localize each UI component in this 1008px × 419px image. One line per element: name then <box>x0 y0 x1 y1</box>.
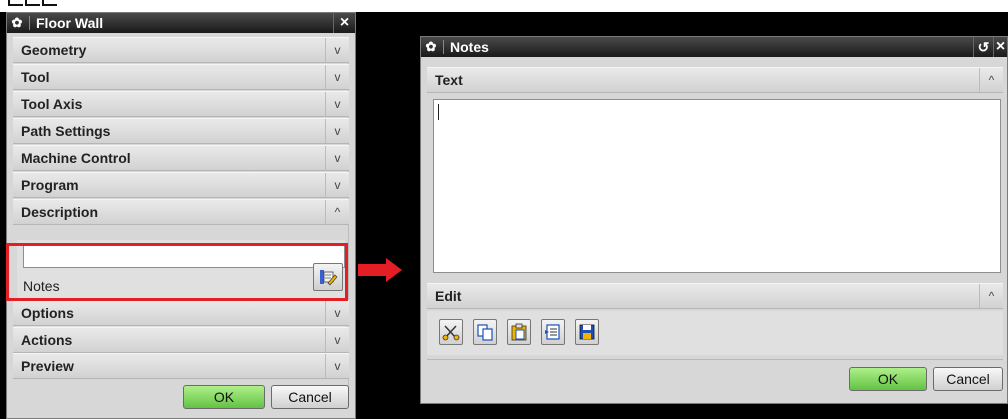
dialog-title: Floor Wall <box>36 15 104 31</box>
section-description[interactable]: Description ^ <box>13 199 349 225</box>
chevron-down-icon: v <box>325 328 349 352</box>
copy-button[interactable] <box>473 319 497 345</box>
notes-dialog: ✿ Notes ↺ × Text ^ Edit ^ OK Cancel <box>420 36 1008 404</box>
caption-strip <box>0 0 1008 12</box>
section-label: Actions <box>21 332 73 348</box>
section-geometry[interactable]: Geometry v <box>13 37 349 63</box>
chevron-down-icon: v <box>325 92 349 116</box>
insert-text-icon <box>545 324 560 340</box>
section-label: Tool <box>21 69 50 85</box>
reset-icon[interactable]: ↺ <box>973 37 993 57</box>
section-label: Geometry <box>21 42 87 58</box>
close-icon[interactable]: × <box>993 37 1007 57</box>
section-label: Description <box>21 204 99 220</box>
paste-button[interactable] <box>507 319 531 345</box>
arrow-right-icon <box>358 258 402 282</box>
title-separator <box>29 16 30 30</box>
ok-button[interactable]: OK <box>183 385 265 409</box>
section-label: Tool Axis <box>21 96 83 112</box>
dialog-title: Notes <box>450 39 489 55</box>
chevron-down-icon: v <box>325 146 349 170</box>
cut-icon <box>442 325 460 341</box>
notes-text-area[interactable] <box>433 99 1001 273</box>
section-label: Text <box>435 72 463 88</box>
chevron-down-icon: v <box>325 65 349 89</box>
cut-button[interactable] <box>439 319 463 345</box>
copy-icon <box>477 324 493 341</box>
section-actions[interactable]: Actions v <box>13 327 349 353</box>
cancel-button[interactable]: Cancel <box>933 367 1003 391</box>
text-caret <box>438 104 439 120</box>
section-label: Options <box>21 305 74 321</box>
section-tool-axis[interactable]: Tool Axis v <box>13 91 349 117</box>
section-machine-control[interactable]: Machine Control v <box>13 145 349 171</box>
chevron-down-icon: v <box>325 354 349 378</box>
floor-wall-titlebar[interactable]: ✿ Floor Wall × <box>7 13 355 33</box>
chevron-down-icon: v <box>325 119 349 143</box>
gear-icon[interactable]: ✿ <box>421 37 441 57</box>
chevron-down-icon: v <box>325 38 349 62</box>
chevron-down-icon: v <box>325 301 349 325</box>
section-path-settings[interactable]: Path Settings v <box>13 118 349 144</box>
save-icon <box>579 324 595 340</box>
paste-icon <box>511 323 527 341</box>
section-edit[interactable]: Edit ^ <box>427 283 1003 309</box>
notes-highlight-box <box>6 243 348 301</box>
ok-button[interactable]: OK <box>849 367 927 391</box>
section-label: Machine Control <box>21 150 131 166</box>
cancel-button[interactable]: Cancel <box>271 385 349 409</box>
gear-icon[interactable]: ✿ <box>7 13 27 33</box>
floor-wall-dialog: ✿ Floor Wall × Geometry v Tool v Tool Ax… <box>6 12 356 419</box>
section-label: Path Settings <box>21 123 111 139</box>
save-button[interactable] <box>575 319 599 345</box>
section-label: Program <box>21 177 79 193</box>
chevron-up-icon: ^ <box>325 200 349 224</box>
screenshot-stage: ✿ Floor Wall × Geometry v Tool v Tool Ax… <box>0 0 1008 419</box>
chevron-up-icon: ^ <box>979 68 1003 92</box>
section-label: Preview <box>21 358 74 374</box>
chevron-down-icon: v <box>325 173 349 197</box>
insert-text-button[interactable] <box>541 319 565 345</box>
section-program[interactable]: Program v <box>13 172 349 198</box>
section-label: Edit <box>435 288 462 304</box>
section-tool[interactable]: Tool v <box>13 64 349 90</box>
notes-titlebar[interactable]: ✿ Notes ↺ × <box>421 37 1007 57</box>
title-separator <box>443 40 444 54</box>
footer-divider <box>427 359 1003 360</box>
section-preview[interactable]: Preview v <box>13 353 349 379</box>
chevron-up-icon: ^ <box>979 284 1003 308</box>
cropped-caption-text <box>8 0 59 9</box>
section-options[interactable]: Options v <box>13 300 349 326</box>
section-text[interactable]: Text ^ <box>427 67 1003 93</box>
close-icon[interactable]: × <box>333 13 355 33</box>
